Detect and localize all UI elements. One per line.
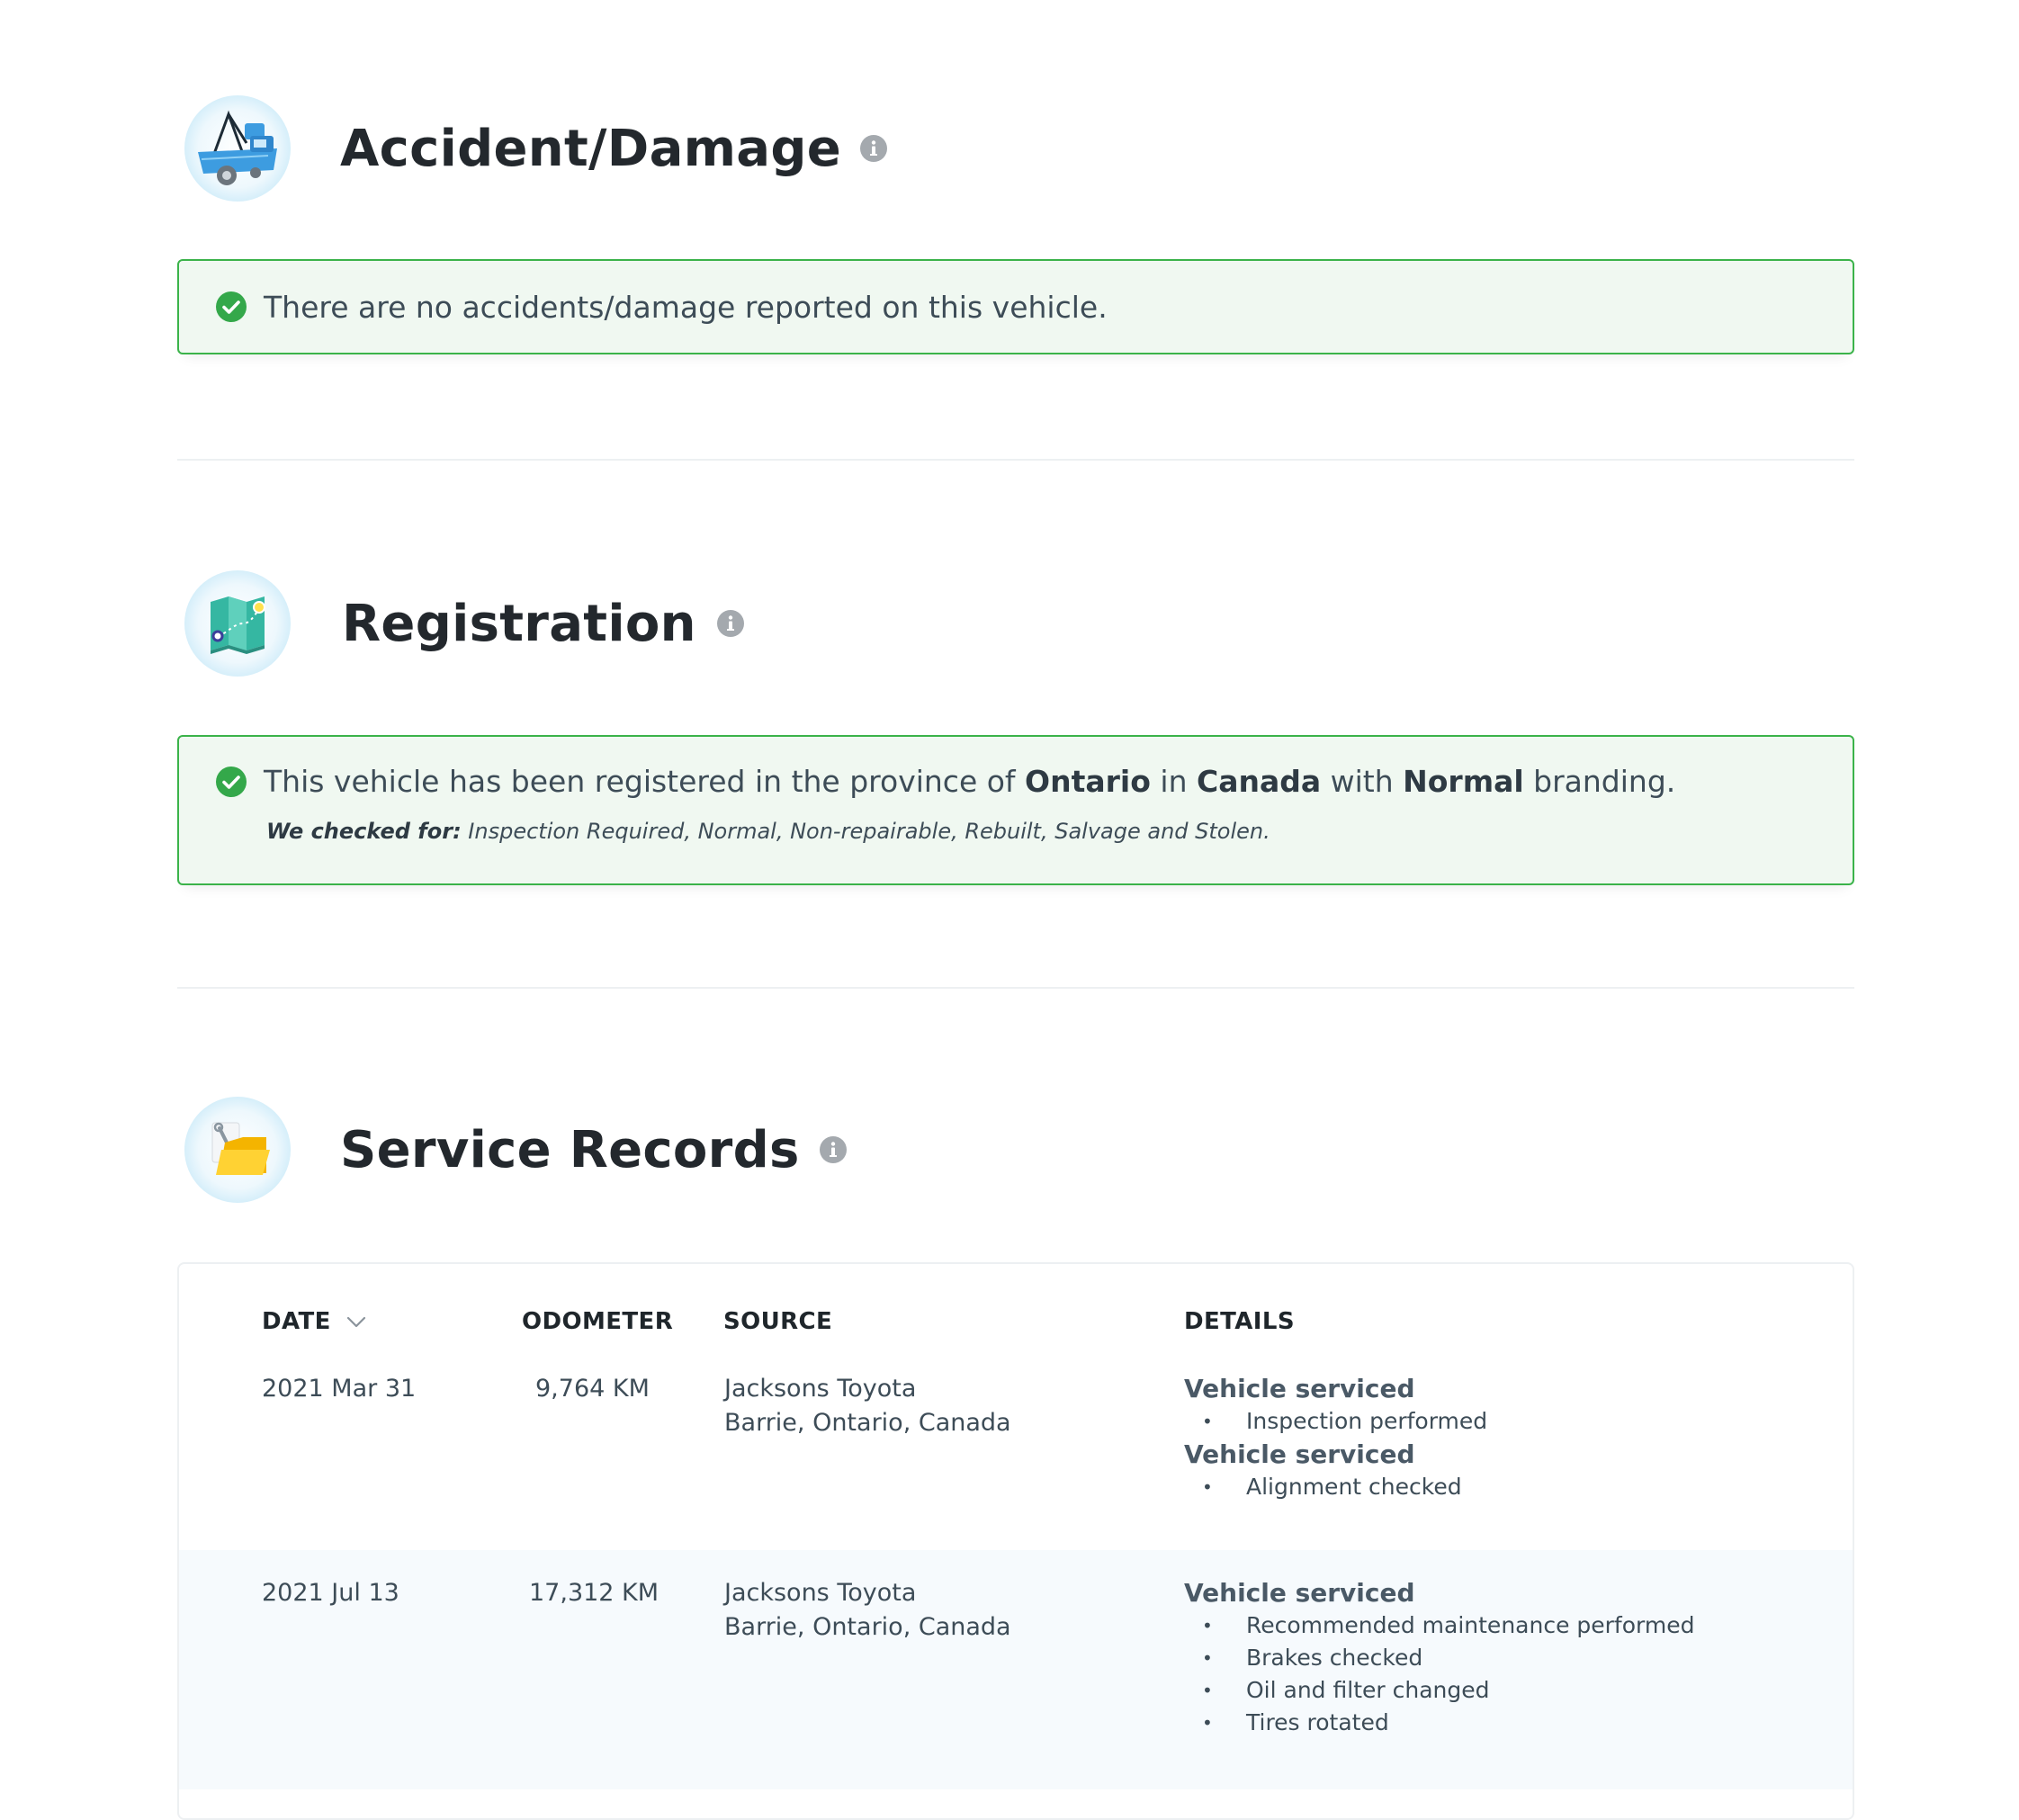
row-date: 2021 Mar 31 [262,1375,417,1403]
source-name: Jacksons Toyota [724,1579,917,1607]
detail-item: Brakes checked [1184,1642,1694,1674]
detail-item: Tires rotated [1184,1707,1694,1739]
accident-title: Accident/Damage [340,119,842,178]
details-column-header: DETAILS [1184,1308,1295,1335]
date-column-header[interactable]: DATE [262,1308,367,1335]
source-location: Barrie, Ontario, Canada [724,1409,1011,1437]
table-row: 2021 Mar 31 9,764 KM Jacksons Toyota Bar… [179,1370,1853,1550]
odometer-column-header: ODOMETER [522,1308,674,1335]
registration-section-header: Registration [184,570,745,677]
section-divider [177,459,1854,461]
source-location: Barrie, Ontario, Canada [724,1613,1011,1641]
chevron-down-icon[interactable] [345,1314,367,1329]
checked-for-note: We checked for: Inspection Required, Nor… [266,819,1270,844]
source-column-header: SOURCE [723,1308,833,1335]
tow-truck-icon [184,95,291,202]
row-source: Jacksons Toyota Barrie, Ontario, Canada [724,1372,1011,1440]
row-odometer: 9,764 KM [535,1375,650,1403]
info-icon[interactable] [716,609,745,638]
check-circle-icon [216,766,247,797]
row-odometer: 17,312 KM [529,1579,660,1607]
info-icon[interactable] [819,1135,848,1164]
branding-status: Normal [1403,764,1524,799]
check-circle-icon [216,291,247,322]
section-divider [177,987,1854,989]
info-icon[interactable] [859,134,888,163]
accident-message: There are no accidents/damage reported o… [264,289,1108,325]
service-records-table: DATE ODOMETER SOURCE DETAILS 2021 Mar 31… [177,1262,1854,1820]
folder-wrench-icon [184,1097,291,1203]
vehicle-history-report: Accident/Damage There are no accidents/d… [0,0,2019,1820]
accident-status-alert: There are no accidents/damage reported o… [177,259,1854,354]
detail-title: Vehicle serviced [1184,1374,1415,1403]
row-source: Jacksons Toyota Barrie, Ontario, Canada [724,1576,1011,1645]
accident-section-header: Accident/Damage [184,95,888,202]
registration-message: This vehicle has been registered in the … [264,764,1676,799]
detail-item: Alignment checked [1184,1471,1487,1503]
detail-title: Vehicle serviced [1184,1439,1415,1469]
province: Ontario [1025,764,1151,799]
detail-item: Recommended maintenance performed [1184,1609,1694,1642]
detail-item: Inspection performed [1184,1405,1487,1438]
service-section-header: Service Records [184,1097,848,1203]
registration-title: Registration [342,594,696,653]
detail-item: Oil and filter changed [1184,1674,1694,1707]
row-date: 2021 Jul 13 [262,1579,399,1607]
registration-status-alert: This vehicle has been registered in the … [177,735,1854,885]
source-name: Jacksons Toyota [724,1375,917,1403]
service-title: Service Records [340,1120,800,1179]
map-icon [184,570,291,677]
country: Canada [1196,764,1322,799]
row-details: Vehicle serviced Recommended maintenance… [1184,1576,1694,1739]
table-row: 2021 Jul 13 17,312 KM Jacksons Toyota Ba… [179,1550,1853,1789]
detail-title: Vehicle serviced [1184,1578,1415,1608]
row-details: Vehicle serviced Inspection performed Ve… [1184,1372,1487,1503]
